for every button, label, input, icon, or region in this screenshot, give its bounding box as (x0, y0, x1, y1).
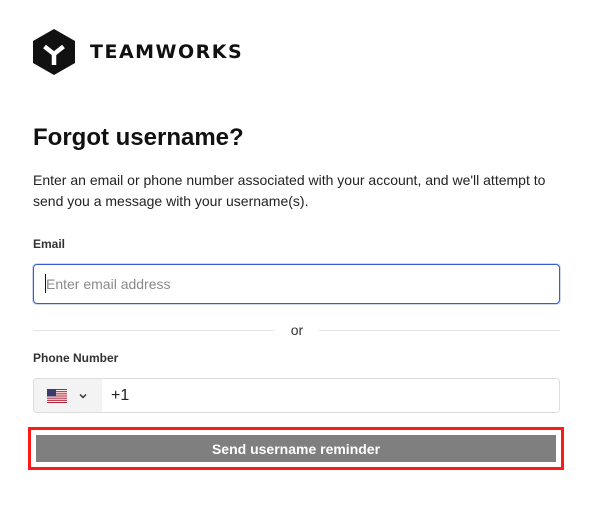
us-flag-icon (47, 388, 67, 403)
email-input[interactable] (33, 264, 560, 304)
submit-highlight: Send username reminder (28, 427, 564, 470)
brand-name: TEAMWORKS (90, 41, 244, 63)
chevron-down-icon (79, 393, 87, 399)
teamworks-logo-icon (33, 29, 75, 75)
text-cursor (45, 274, 46, 293)
brand-logo: TEAMWORKS (32, 28, 243, 76)
divider-line-left (33, 330, 274, 331)
phone-field (33, 378, 560, 413)
page-title: Forgot username? (33, 124, 244, 151)
send-username-reminder-button[interactable]: Send username reminder (36, 435, 556, 462)
phone-input[interactable] (102, 379, 559, 412)
phone-label: Phone Number (33, 351, 119, 365)
country-code-select[interactable] (34, 379, 102, 412)
divider-or: or (290, 322, 304, 338)
page-description: Enter an email or phone number associate… (33, 172, 546, 209)
divider-line-right (319, 330, 560, 331)
email-label: Email (33, 237, 66, 251)
